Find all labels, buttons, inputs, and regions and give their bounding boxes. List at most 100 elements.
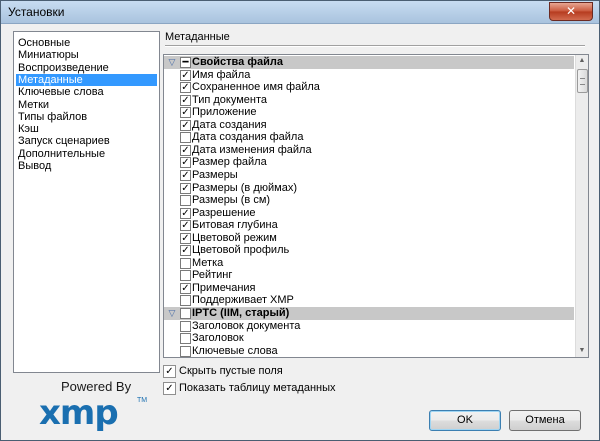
dialog-body: Основные Миниатюры Воспроизведение Метаданн… [9, 27, 591, 433]
metadata-checkbox[interactable]: ✓ [180, 207, 191, 219]
category-item[interactable]: Типы файлов [16, 111, 157, 123]
field-label: Сохраненное имя файла [192, 81, 320, 94]
metadata-checkbox[interactable]: ✓ [180, 282, 191, 294]
ok-button[interactable]: OK [429, 410, 501, 431]
hide-empty-fields-label: Скрыть пустые поля [179, 365, 283, 377]
metadata-checkbox[interactable]: ✓ [180, 169, 191, 181]
metadata-field-row[interactable]: ✓ Размеры [164, 169, 574, 182]
metadata-checkbox[interactable]: ✓ [180, 82, 191, 94]
metadata-field-row[interactable]: ✓ Размеры (в дюймах) [164, 182, 574, 195]
xmp-wordmark: xmp [39, 393, 119, 433]
category-list[interactable]: Основные Миниатюры Воспроизведение Метаданн… [13, 31, 160, 373]
metadata-field-row[interactable]: ✓ Дата создания [164, 119, 574, 132]
scroll-up-icon[interactable]: ▲ [576, 55, 588, 67]
field-label: Заголовок документа [192, 319, 301, 332]
metadata-checkbox[interactable] [180, 295, 191, 307]
metadata-checkbox[interactable] [180, 320, 191, 332]
category-item[interactable]: Воспроизведение [16, 62, 157, 74]
xmp-logo: Powered By xmp TM [39, 379, 159, 433]
metadata-checkbox[interactable] [180, 132, 191, 144]
category-item[interactable]: Дополнительные [16, 148, 157, 160]
window-title: Установки [8, 5, 65, 19]
show-metadata-table-label: Показать таблицу метаданных [179, 382, 336, 394]
metadata-field-row[interactable]: ✓ Дата изменения файла [164, 144, 574, 157]
hide-empty-fields-checkbox[interactable]: ✓ [163, 365, 176, 378]
metadata-checkbox[interactable]: ✓ [180, 119, 191, 131]
metadata-field-row[interactable]: ✓ Разрешение [164, 207, 574, 220]
metadata-checkbox[interactable]: ✓ [180, 144, 191, 156]
category-item[interactable]: Метки [16, 99, 157, 111]
category-item[interactable]: Основные [16, 37, 157, 49]
metadata-checkbox[interactable]: ✓ [180, 182, 191, 194]
metadata-section-row[interactable]: ▽ ━ Свойства файла [164, 56, 574, 69]
metadata-checkbox[interactable]: ✓ [180, 220, 191, 232]
metadata-field-row[interactable]: ✓ Примечания [164, 282, 574, 295]
metadata-scrollbar[interactable]: ▲ ▼ [575, 55, 588, 357]
metadata-section-row[interactable]: ▽ IPTC (IIM, старый) [164, 307, 574, 320]
metadata-checkbox[interactable]: ✓ [180, 107, 191, 119]
close-icon: ✕ [565, 4, 577, 18]
show-metadata-table-checkbox[interactable]: ✓ [163, 382, 176, 395]
field-label: Размер файла [192, 156, 267, 169]
field-label: Метка [192, 256, 224, 269]
metadata-field-row[interactable]: Ключевые слова [164, 345, 574, 357]
category-item[interactable]: Ключевые слова [16, 86, 157, 98]
metadata-field-row[interactable]: Заголовок документа [164, 320, 574, 333]
expand-toggle-icon[interactable]: ▽ [167, 57, 177, 67]
metadata-checkbox[interactable]: ✓ [180, 94, 191, 106]
metadata-field-row[interactable]: ✓ Имя файла [164, 69, 574, 82]
field-label: Размеры (в см) [192, 194, 271, 207]
preferences-dialog: Установки ✕ Основные Миниатюры Воспроизвед… [0, 0, 600, 441]
category-item[interactable]: Кэш [16, 123, 157, 135]
metadata-field-row[interactable]: ✓ Битовая глубина [164, 219, 574, 232]
metadata-field-row[interactable]: ✓ Цветовой профиль [164, 244, 574, 257]
metadata-checkbox[interactable]: ✓ [180, 232, 191, 244]
metadata-field-row[interactable]: Дата создания файла [164, 131, 574, 144]
metadata-checkbox[interactable]: ━ [180, 57, 191, 68]
metadata-field-row[interactable]: Заголовок [164, 332, 574, 345]
field-label: Дата создания [192, 118, 267, 131]
cancel-button[interactable]: Отмена [509, 410, 581, 431]
metadata-checkbox[interactable] [180, 195, 191, 207]
field-label: Дата изменения файла [192, 143, 312, 156]
field-label: Разрешение [192, 206, 256, 219]
category-item[interactable]: Запуск сценариев [16, 135, 157, 147]
field-label: Заголовок [192, 332, 244, 345]
metadata-checkbox[interactable] [180, 308, 191, 319]
metadata-field-row[interactable]: Рейтинг [164, 269, 574, 282]
metadata-field-row[interactable]: ✓ Размер файла [164, 156, 574, 169]
metadata-field-row[interactable]: Поддерживает XMP [164, 294, 574, 307]
category-item[interactable]: Миниатюры [16, 49, 157, 61]
section-label: IPTC (IIM, старый) [192, 307, 290, 319]
field-label: Рейтинг [192, 269, 233, 282]
scroll-down-icon[interactable]: ▼ [576, 345, 588, 357]
category-item[interactable]: Метаданные [16, 73, 157, 86]
metadata-checkbox[interactable]: ✓ [180, 245, 191, 257]
field-label: Тип документа [192, 93, 268, 106]
metadata-field-row[interactable]: ✓ Сохраненное имя файла [164, 81, 574, 94]
metadata-checkbox[interactable]: ✓ [180, 157, 191, 169]
metadata-checkbox[interactable] [180, 333, 191, 345]
field-label: Примечания [192, 281, 256, 294]
metadata-checkbox[interactable] [180, 257, 191, 269]
metadata-field-row[interactable]: Размеры (в см) [164, 194, 574, 207]
scroll-thumb[interactable] [577, 69, 588, 93]
close-button[interactable]: ✕ [549, 2, 593, 21]
category-item[interactable]: Вывод [16, 160, 157, 172]
metadata-field-row[interactable]: ✓ Приложение [164, 106, 574, 119]
title-bar[interactable]: Установки ✕ [1, 1, 599, 24]
metadata-checkbox[interactable]: ✓ [180, 69, 191, 81]
metadata-checkbox[interactable] [180, 270, 191, 282]
metadata-list[interactable]: ▽ ━ Свойства файла ✓ Имя файла ✓ Сохраненное и… [163, 54, 589, 358]
metadata-field-row[interactable]: Метка [164, 257, 574, 270]
field-label: Размеры (в дюймах) [192, 181, 297, 194]
metadata-field-row[interactable]: ✓ Цветовой режим [164, 232, 574, 245]
metadata-field-row[interactable]: ✓ Тип документа [164, 94, 574, 107]
field-label: Битовая глубина [192, 219, 278, 232]
section-divider [165, 45, 585, 47]
trademark-mark: TM [137, 397, 148, 404]
field-label: Имя файла [192, 68, 251, 81]
field-label: Поддерживает XMP [192, 294, 294, 307]
expand-toggle-icon[interactable]: ▽ [167, 308, 177, 318]
metadata-checkbox[interactable] [180, 345, 191, 357]
